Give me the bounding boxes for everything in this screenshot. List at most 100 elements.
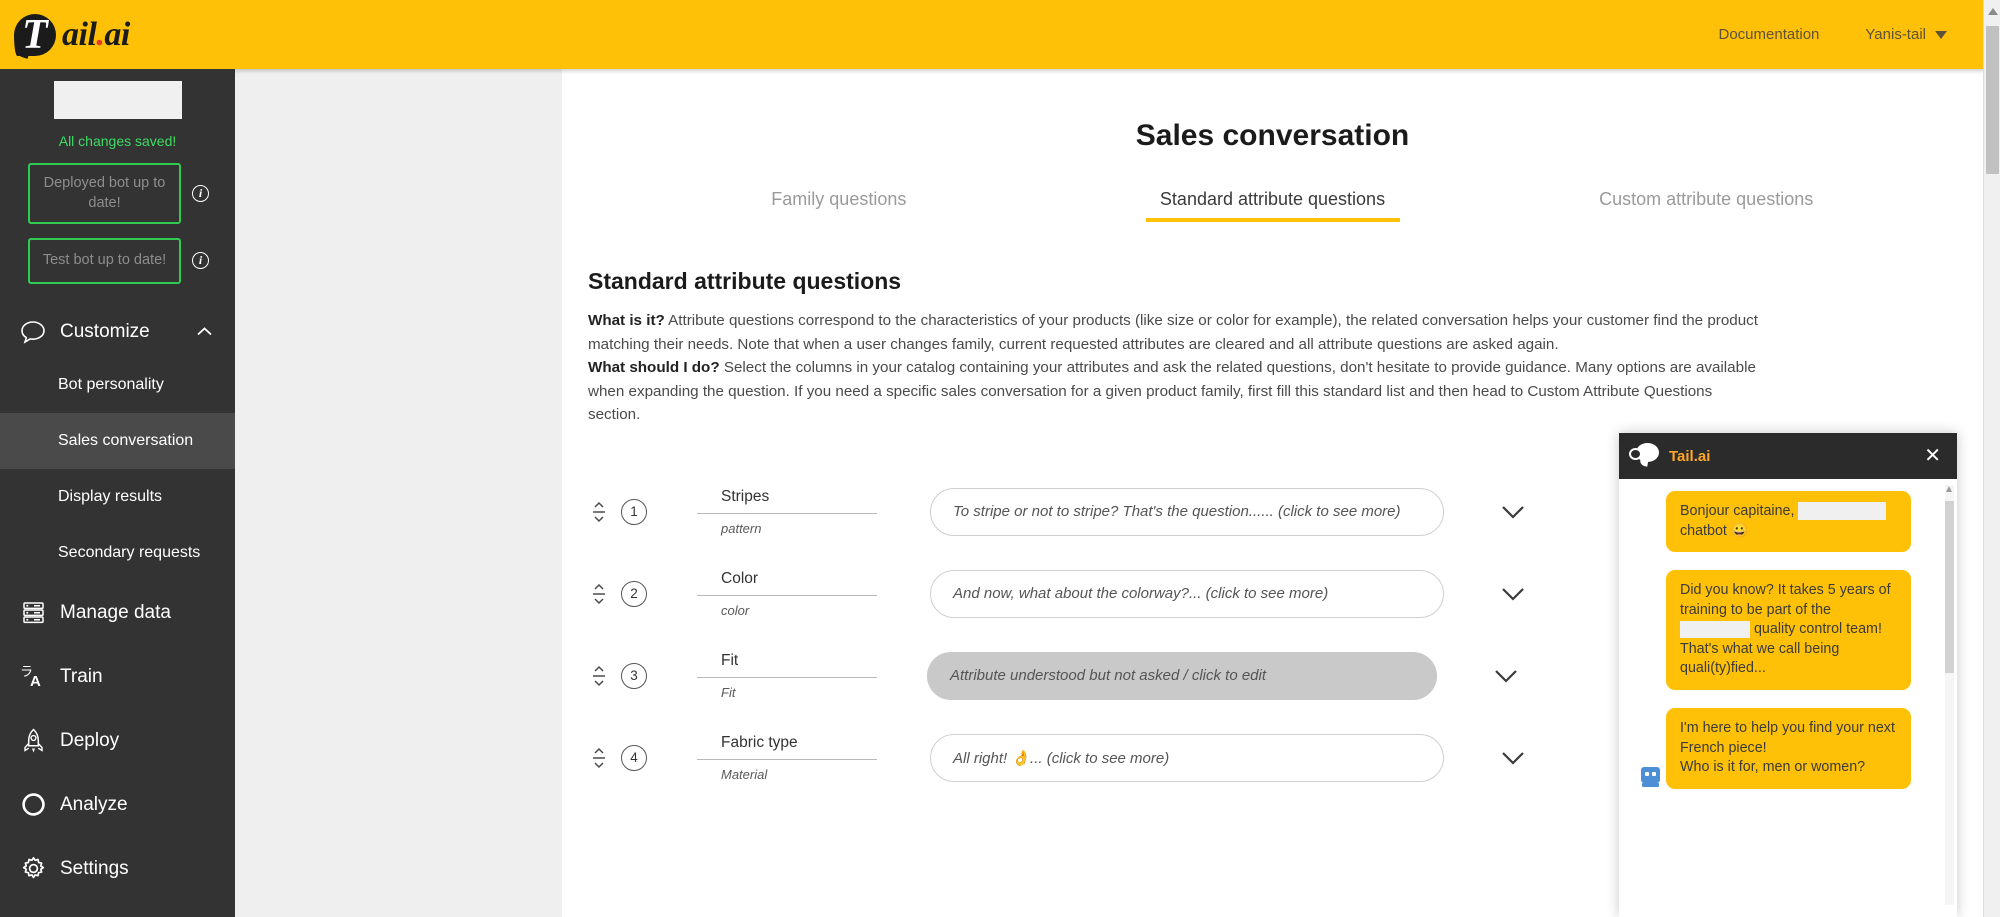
sidebar-item-deploy[interactable]: Deploy — [0, 709, 235, 773]
sidebar-item-manage-data[interactable]: Manage data — [0, 581, 235, 645]
header-actions: Documentation Yanis-tail — [1719, 26, 1948, 43]
documentation-link[interactable]: Documentation — [1719, 26, 1820, 43]
sidebar-item-display-results-label: Display results — [58, 488, 162, 506]
list-item: Did you know? It takes 5 years of traini… — [1619, 570, 1957, 690]
chat-bubble-icon — [18, 319, 48, 345]
sidebar-item-secondary-requests-label: Secondary requests — [58, 544, 200, 562]
save-status-text: All changes saved! — [0, 133, 235, 149]
bot-avatar-icon — [1641, 765, 1660, 787]
expand-row-chevron-down-icon[interactable] — [1500, 750, 1526, 766]
rocket-icon — [18, 727, 48, 755]
drag-handle-icon[interactable] — [588, 583, 610, 605]
attribute-field[interactable]: Color color — [697, 570, 877, 618]
row-order-number: 4 — [621, 745, 647, 771]
sidebar-item-bot-personality[interactable]: Bot personality — [0, 357, 235, 413]
expand-row-chevron-down-icon[interactable] — [1500, 586, 1526, 602]
attribute-field[interactable]: Fabric type Material — [697, 734, 877, 782]
test-bot-status-button[interactable]: Test bot up to date! — [28, 238, 181, 284]
chat-title: Tail.ai — [1669, 448, 1710, 465]
test-info-icon[interactable]: i — [192, 252, 209, 269]
user-menu-label: Yanis-tail — [1865, 26, 1926, 43]
donut-chart-icon — [18, 791, 48, 819]
tab-standard-attribute-questions[interactable]: Standard attribute questions — [1056, 189, 1490, 222]
app-logo[interactable]: T ail.ai — [14, 0, 130, 69]
attribute-column: Fit — [697, 678, 877, 700]
expand-row-chevron-down-icon[interactable] — [1500, 504, 1526, 520]
what-should-i-do-label: What should I do? — [588, 359, 720, 376]
test-bot-status-row: Test bot up to date! i — [28, 238, 235, 284]
gear-icon — [18, 855, 48, 883]
list-item: I'm here to help you find your next Fren… — [1619, 708, 1957, 789]
sidebar-item-settings[interactable]: Settings — [0, 837, 235, 901]
chat-message-text-before: I'm here to help you find your next Fren… — [1680, 720, 1895, 756]
sidebar-nav: Customize Bot personality Sales conversa… — [0, 308, 235, 901]
sidebar-item-sales-conversation-label: Sales conversation — [58, 432, 193, 450]
attribute-name: Color — [697, 570, 877, 596]
sidebar-item-secondary-requests[interactable]: Secondary requests — [0, 525, 235, 581]
expand-row-chevron-down-icon[interactable] — [1493, 668, 1519, 684]
user-menu[interactable]: Yanis-tail — [1865, 26, 1947, 43]
tab-family-questions[interactable]: Family questions — [622, 189, 1056, 222]
deployed-bot-status-row: Deployed bot up to date! i — [28, 163, 235, 224]
section-heading: Standard attribute questions — [588, 268, 1983, 295]
what-is-it-label: What is it? — [588, 312, 665, 329]
chevron-up-icon[interactable] — [196, 325, 213, 340]
attribute-field[interactable]: Stripes pattern — [697, 488, 877, 536]
server-icon — [18, 599, 48, 627]
sidebar-item-sales-conversation[interactable]: Sales conversation — [0, 413, 235, 469]
chat-scrollbar-thumb[interactable] — [1945, 501, 1954, 673]
attribute-field[interactable]: Fit Fit — [697, 652, 877, 700]
help-paragraph: What is it? Attribute questions correspo… — [588, 309, 1768, 427]
sidebar-item-customize[interactable]: Customize — [0, 308, 235, 357]
row-order-number: 2 — [621, 581, 647, 607]
sidebar-item-analyze-label: Analyze — [60, 794, 128, 816]
sidebar-item-train[interactable]: ラ A Train — [0, 645, 235, 709]
sidebar-item-analyze[interactable]: Analyze — [0, 773, 235, 837]
chat-bubble-icon — [1629, 443, 1659, 469]
deployed-bot-status-button[interactable]: Deployed bot up to date! — [28, 163, 181, 224]
window-scrollbar-thumb[interactable] — [1986, 26, 1999, 174]
drag-handle-icon[interactable] — [588, 747, 610, 769]
question-input[interactable]: Attribute understood but not asked / cli… — [927, 652, 1437, 700]
logo-letter-t: T — [22, 12, 47, 58]
tab-custom-attribute-questions[interactable]: Custom attribute questions — [1489, 189, 1923, 222]
attribute-name: Stripes — [697, 488, 877, 514]
translate-icon: ラ A — [18, 663, 48, 691]
bot-name-input[interactable] — [54, 81, 182, 119]
chat-scrollbar[interactable] — [1945, 485, 1954, 905]
chat-message-text-after: Who is it for, men or women? — [1680, 759, 1865, 775]
chevron-down-icon — [1935, 31, 1947, 39]
chat-message-bubble: I'm here to help you find your next Fren… — [1666, 708, 1911, 789]
drag-handle-icon[interactable] — [588, 501, 610, 523]
sidebar-item-settings-label: Settings — [60, 858, 129, 880]
page-title: Sales conversation — [562, 119, 1983, 153]
chat-message-bubble: Did you know? It takes 5 years of traini… — [1666, 570, 1911, 690]
tab-custom-attribute-questions-label: Custom attribute questions — [1599, 189, 1813, 209]
tab-standard-attribute-questions-label: Standard attribute questions — [1160, 189, 1385, 209]
chat-header: Tail.ai ✕ — [1619, 433, 1957, 479]
sidebar-item-customize-label: Customize — [60, 321, 150, 343]
sidebar-item-manage-data-label: Manage data — [60, 602, 171, 624]
sidebar-item-display-results[interactable]: Display results — [0, 469, 235, 525]
row-order-number: 1 — [621, 499, 647, 525]
list-item: Bonjour capitaine, chatbot 😀 — [1619, 491, 1957, 552]
chat-message-text-after: chatbot 😀 — [1680, 523, 1749, 539]
scroll-up-arrow-icon[interactable] — [1988, 8, 1998, 15]
window-scrollbar[interactable] — [1983, 0, 2000, 917]
scroll-up-arrow-icon[interactable] — [1946, 486, 1952, 492]
deployed-info-icon[interactable]: i — [192, 185, 209, 202]
question-input[interactable]: And now, what about the colorway?... (cl… — [930, 570, 1444, 618]
question-input[interactable]: To stripe or not to stripe? That's the q… — [930, 488, 1444, 536]
question-input[interactable]: All right! 👌... (click to see more) — [930, 734, 1444, 782]
drag-handle-icon[interactable] — [588, 665, 610, 687]
close-icon[interactable]: ✕ — [1924, 446, 1941, 466]
left-sidebar: All changes saved! Deployed bot up to da… — [0, 69, 235, 917]
top-header-bar: T ail.ai Documentation Yanis-tail — [0, 0, 1983, 69]
what-should-i-do-text: Select the columns in your catalog conta… — [588, 359, 1756, 423]
sidebar-item-bot-personality-label: Bot personality — [58, 376, 164, 394]
logo-wordmark: ail.ai — [62, 16, 130, 54]
sidebar-item-train-label: Train — [60, 666, 103, 688]
chat-message-text-before: Bonjour capitaine, — [1680, 503, 1794, 519]
chat-widget: Tail.ai ✕ Bonjour capitaine, chatbot 😀 D… — [1619, 433, 1957, 917]
chat-message-bubble: Bonjour capitaine, chatbot 😀 — [1666, 491, 1911, 552]
